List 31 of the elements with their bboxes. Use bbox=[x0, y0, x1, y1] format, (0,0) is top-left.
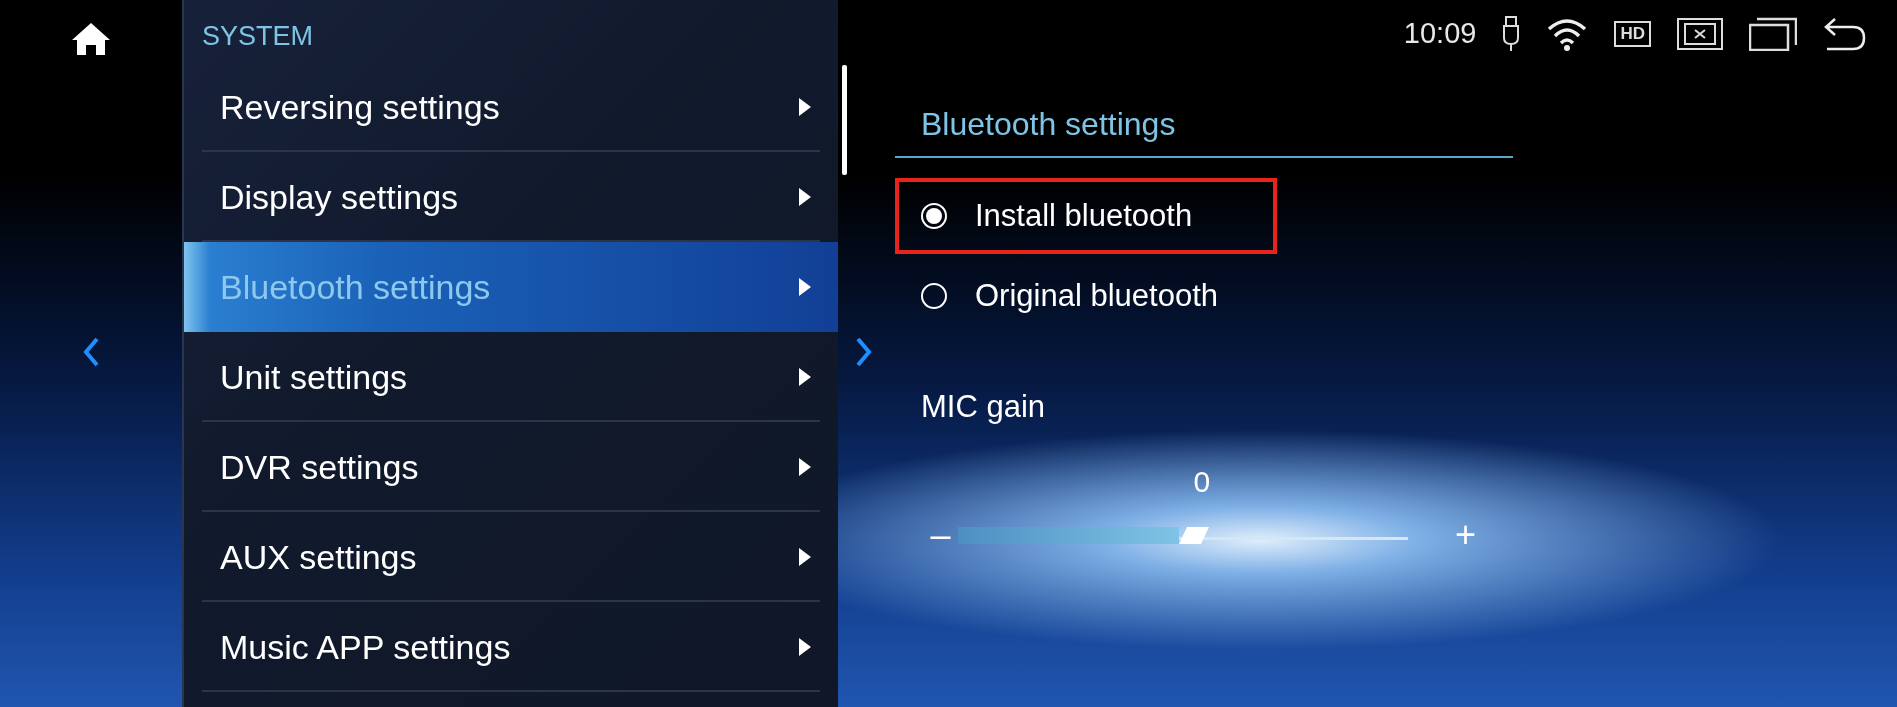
hd-badge: HD bbox=[1614, 20, 1651, 47]
caret-icon[interactable] bbox=[798, 457, 812, 477]
radio-option[interactable]: Install bluetooth bbox=[895, 178, 1277, 254]
close-window-icon[interactable] bbox=[1677, 17, 1723, 50]
scrollbar-thumb[interactable] bbox=[842, 65, 847, 175]
caret-icon[interactable] bbox=[798, 367, 812, 387]
menu-item[interactable]: Display settings bbox=[184, 152, 838, 242]
gain-value: 0 bbox=[1193, 463, 1211, 500]
home-icon[interactable] bbox=[71, 22, 111, 56]
clock-time: 10:09 bbox=[1403, 16, 1477, 51]
menu-item[interactable]: Bluetooth settings bbox=[184, 242, 838, 332]
caret-icon[interactable] bbox=[798, 547, 812, 567]
mic-gain-label: MIC gain bbox=[921, 388, 1046, 426]
menu-item[interactable]: Reversing settings bbox=[184, 62, 838, 152]
menu-item[interactable]: Unit settings bbox=[184, 332, 838, 422]
wifi-icon bbox=[1546, 16, 1589, 51]
caret-icon[interactable] bbox=[798, 277, 812, 297]
caret-icon[interactable] bbox=[798, 187, 812, 207]
caret-icon[interactable] bbox=[798, 637, 812, 657]
radio-option[interactable]: Original bluetooth bbox=[895, 258, 1277, 334]
menu-item[interactable]: Music APP settings bbox=[184, 602, 838, 692]
slider-thumb[interactable] bbox=[1178, 526, 1209, 544]
section-title: Bluetooth settings bbox=[895, 100, 1513, 158]
back-icon[interactable] bbox=[1823, 15, 1867, 52]
menu-title: SYSTEM bbox=[201, 20, 315, 53]
menu-item[interactable]: DVR settings bbox=[184, 422, 838, 512]
usb-icon bbox=[1502, 15, 1521, 52]
menu-item[interactable]: AUX settings bbox=[184, 512, 838, 602]
windows-icon[interactable] bbox=[1749, 16, 1797, 51]
caret-icon[interactable] bbox=[798, 97, 812, 117]
minus-button[interactable]: – bbox=[923, 507, 958, 562]
